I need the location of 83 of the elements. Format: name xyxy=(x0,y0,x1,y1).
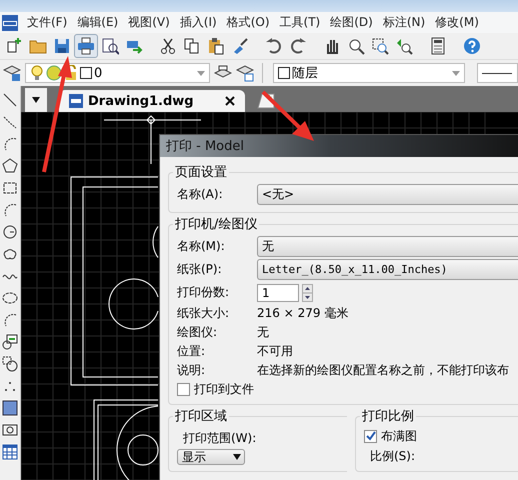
menu-item[interactable]: 编辑(E) xyxy=(72,14,124,31)
menu-item[interactable]: 格式(O) xyxy=(222,14,275,31)
annotation-arrow xyxy=(262,90,314,141)
info-value: 216 × 279 毫米 xyxy=(257,305,348,322)
document-tab[interactable]: Drawing1.dwg xyxy=(59,90,245,112)
group-heading: 页面设置 xyxy=(174,164,228,181)
paper-dropdown[interactable]: Letter_(8.50_x_11.00_Inches) xyxy=(257,259,518,280)
clipboard-icon xyxy=(207,37,225,55)
page-setup-dropdown[interactable]: <无> xyxy=(257,184,518,205)
group-heading: 打印比例 xyxy=(361,408,415,425)
print-range-dropdown[interactable]: 显示 xyxy=(177,449,245,465)
field-label: 打印份数: xyxy=(177,284,230,301)
caret-icon xyxy=(32,97,40,103)
field-label: 纸张(P): xyxy=(177,261,223,278)
menu-item[interactable]: 工具(T) xyxy=(274,14,326,31)
copy-icon xyxy=(183,37,201,55)
undo-icon xyxy=(265,37,283,55)
zoom-window-icon xyxy=(371,37,389,55)
menu-item[interactable]: 文件(F) xyxy=(22,14,72,31)
zoom-icon xyxy=(347,37,365,55)
checkbox-label: 布满图 xyxy=(381,428,417,444)
printer-icon xyxy=(77,37,95,55)
info-label: 绘图仪: xyxy=(177,324,218,341)
region-icon[interactable] xyxy=(2,422,18,438)
info-label: 纸张大小: xyxy=(177,305,230,322)
drawing-canvas[interactable]: 打印 - Model 页面设置 名称(A): <无> 打印机/绘图仪 名称(M): 无 纸张(P): Letter_(8.50_x_11.00_Inches) 打印份数: 1 纸张大小: 216 × 279 毫米 绘图仪: 无 位置: 不可用 说明: 在选择新的绘图仪配置名称之前，不能打印该布 打印到文件 打印区域 打印范围(W): 显示 打印比例 布满图 比例(S): xyxy=(21,112,518,480)
dialog-title: 打印 - Model xyxy=(166,138,244,155)
menu-item[interactable]: 修改(M) xyxy=(430,14,484,31)
cloud-icon[interactable] xyxy=(2,246,18,262)
checkbox[interactable] xyxy=(177,382,190,396)
info-label: 说明: xyxy=(177,362,206,379)
field-label: 名称(A): xyxy=(177,186,224,203)
group-heading: 打印区域 xyxy=(174,408,228,425)
print-preview-icon xyxy=(101,37,119,55)
layer-dropdown[interactable]: 0 xyxy=(25,63,210,83)
rectangle-icon[interactable] xyxy=(2,180,18,196)
lightbulb-icon[interactable] xyxy=(30,65,44,81)
file-icon xyxy=(69,94,83,108)
field-label: 比例(S): xyxy=(370,448,416,465)
checkbox-label: 打印到文件 xyxy=(194,380,254,398)
caret-icon xyxy=(233,454,241,460)
menu-item[interactable]: 视图(V) xyxy=(123,14,175,31)
print-button[interactable] xyxy=(74,34,98,58)
scissors-icon xyxy=(159,37,177,55)
help-icon xyxy=(463,37,481,55)
arc-icon[interactable] xyxy=(2,136,18,152)
tab-list-button[interactable] xyxy=(25,88,47,112)
polyline-icon[interactable] xyxy=(2,114,18,130)
redo-icon xyxy=(289,37,307,55)
hatch-icon[interactable] xyxy=(2,400,18,416)
linetype-dropdown[interactable] xyxy=(477,63,518,83)
copies-field[interactable]: 1 xyxy=(257,284,299,302)
caret-icon xyxy=(197,70,205,76)
field-label: 名称(M): xyxy=(177,238,226,255)
new-file-icon xyxy=(5,37,23,55)
circle-icon[interactable] xyxy=(2,224,18,240)
ellipse-icon[interactable] xyxy=(2,290,18,306)
arc-icon[interactable] xyxy=(2,312,18,328)
close-icon[interactable] xyxy=(224,96,235,106)
caret-icon xyxy=(452,70,460,76)
layer-manager-icon[interactable] xyxy=(3,64,21,82)
printer-dropdown[interactable]: 无 xyxy=(257,236,518,257)
info-value: 不可用 xyxy=(257,343,293,360)
spinner-arrows[interactable] xyxy=(302,284,313,302)
menu-item[interactable]: 绘图(D) xyxy=(325,14,378,31)
block-icon[interactable] xyxy=(2,356,18,372)
polygon-icon[interactable] xyxy=(2,158,18,174)
info-value: 无 xyxy=(257,324,269,341)
menu-item[interactable]: 标注(N) xyxy=(378,14,430,31)
calculator-icon xyxy=(429,37,447,55)
table-icon[interactable] xyxy=(2,444,18,460)
info-value: 在选择新的绘图仪配置名称之前，不能打印该布 xyxy=(257,362,509,379)
checkbox[interactable] xyxy=(364,430,377,442)
arc-icon[interactable] xyxy=(2,202,18,218)
field-label: 打印范围(W): xyxy=(183,430,258,447)
zoom-previous-icon xyxy=(395,37,413,55)
insert-block-icon[interactable] xyxy=(2,334,18,350)
layer-previous-icon[interactable] xyxy=(236,64,254,82)
group-heading: 打印机/绘图仪 xyxy=(174,216,258,233)
color-dropdown[interactable]: 随层 xyxy=(273,63,465,83)
line-icon[interactable] xyxy=(2,92,18,108)
menu-item[interactable]: 插入(I) xyxy=(174,14,222,31)
info-label: 位置: xyxy=(177,343,206,360)
